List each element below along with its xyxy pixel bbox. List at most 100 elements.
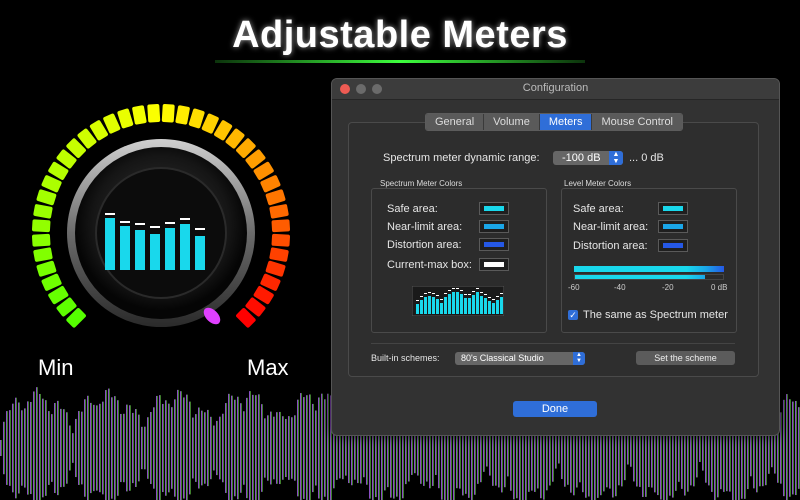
wave-bar <box>234 399 236 497</box>
wave-bar <box>57 400 59 496</box>
schemes-select[interactable]: 80's Classical Studio ▲ ▼ <box>455 352 585 365</box>
same-as-checkbox[interactable]: ✓ <box>568 310 578 320</box>
spectrum-safe-swatch[interactable] <box>479 202 509 215</box>
chevron-updown-icon: ▲ ▼ <box>573 352 585 365</box>
preview-max-box <box>440 299 443 300</box>
wave-bar <box>786 394 788 500</box>
wave-bar <box>114 396 116 500</box>
wave-bar <box>171 407 173 489</box>
wave-bar <box>147 417 149 479</box>
tab-mouse-control[interactable]: Mouse Control <box>592 114 683 130</box>
wave-bar <box>141 426 143 470</box>
wave-bar <box>54 402 56 494</box>
wave-bar <box>249 391 251 500</box>
wave-bar <box>96 405 98 491</box>
wave-bar <box>30 401 32 495</box>
preview-max-box <box>480 292 483 293</box>
wave-bar <box>39 393 41 500</box>
done-button[interactable]: Done <box>513 401 597 417</box>
led-segment <box>117 108 134 129</box>
current-max-swatch[interactable] <box>479 258 509 271</box>
wave-bar <box>300 393 302 500</box>
wave-bar <box>312 403 314 493</box>
level-meter-preview <box>574 266 724 280</box>
wave-bar <box>228 393 230 500</box>
wave-bar <box>282 416 284 480</box>
wave-bar <box>162 403 164 493</box>
preview-bar <box>428 296 431 314</box>
preview-bar <box>476 292 479 314</box>
range-label: Spectrum meter dynamic range: <box>383 152 540 164</box>
level-near-limit-label: Near-limit area: <box>573 221 649 233</box>
wave-bar <box>3 421 5 475</box>
led-segment <box>269 247 289 262</box>
wave-bar <box>270 411 272 485</box>
set-scheme-button[interactable]: Set the scheme <box>636 351 735 365</box>
wave-bar <box>231 395 233 500</box>
led-segment <box>31 233 51 247</box>
volume-knob[interactable] <box>20 100 310 370</box>
preview-max-box <box>472 291 475 292</box>
preview-max-box <box>488 297 491 298</box>
wave-bar <box>72 433 74 463</box>
preview-max-box <box>424 293 427 294</box>
wave-bar <box>153 407 155 489</box>
wave-bar <box>207 409 209 487</box>
wave-bar <box>0 440 2 456</box>
preview-bar <box>444 297 447 314</box>
led-segment <box>36 189 57 206</box>
preview-max-box <box>500 293 503 294</box>
wave-bar <box>699 434 701 462</box>
preview-bar <box>500 297 503 314</box>
wave-bar <box>138 414 140 482</box>
preview-max-box <box>416 300 419 301</box>
wave-bar <box>558 432 560 464</box>
level-scale-0: 0 dB <box>711 283 728 292</box>
wave-bar <box>156 395 158 500</box>
range-select[interactable]: -100 dB ▲ ▼ <box>553 151 623 165</box>
wave-bar <box>99 403 101 493</box>
level-scale-20: -20 <box>662 283 674 292</box>
tab-general[interactable]: General <box>426 114 485 130</box>
wave-bar <box>213 425 215 471</box>
chevron-updown-icon: ▲ ▼ <box>609 151 623 165</box>
led-segment <box>161 103 175 123</box>
led-segment <box>31 219 51 233</box>
led-segment <box>265 189 286 206</box>
wave-bar <box>324 399 326 497</box>
wave-bar <box>18 402 20 494</box>
tab-volume[interactable]: Volume <box>484 114 540 130</box>
wave-bar <box>66 412 68 484</box>
wave-bar <box>318 397 320 499</box>
wave-bar <box>795 400 797 496</box>
wave-bar <box>78 411 80 485</box>
wave-bar <box>117 400 119 496</box>
wave-bar <box>48 411 50 485</box>
spectrum-distortion-swatch[interactable] <box>479 238 509 251</box>
wave-bar <box>168 403 170 493</box>
wave-bar <box>129 405 131 491</box>
level-safe-swatch[interactable] <box>658 202 688 215</box>
wave-bar <box>135 409 137 487</box>
wave-bar <box>105 390 107 500</box>
preview-bar <box>464 298 467 314</box>
preview-max-box <box>468 294 471 295</box>
wave-bar <box>294 415 296 481</box>
same-as-label: The same as Spectrum meter <box>583 309 728 321</box>
preview-bar <box>440 303 443 314</box>
wave-bar <box>192 417 194 479</box>
wave-bar <box>36 387 38 500</box>
level-distortion-swatch[interactable] <box>658 239 688 252</box>
spectrum-near-limit-swatch[interactable] <box>479 220 509 233</box>
level-colors-group: Level Meter Colors Safe area: Near-limit… <box>561 179 737 333</box>
tab-meters[interactable]: Meters <box>539 114 593 130</box>
led-segment <box>271 219 291 233</box>
preview-bar <box>452 292 455 314</box>
wave-bar <box>303 397 305 499</box>
wave-bar <box>144 426 146 470</box>
wave-bar <box>267 415 269 481</box>
preview-bar <box>424 297 427 314</box>
wave-bar <box>108 388 110 500</box>
preview-max-box <box>448 290 451 291</box>
level-near-limit-swatch[interactable] <box>658 220 688 233</box>
